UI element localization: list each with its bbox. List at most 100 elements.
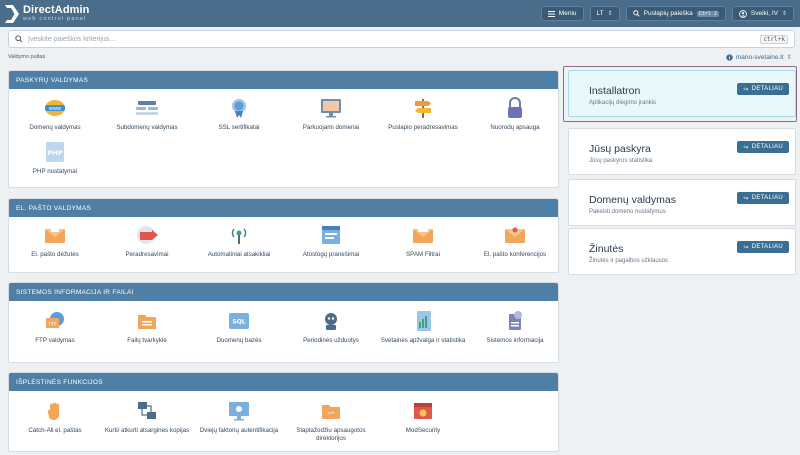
vacation-messages-link[interactable]: Atostogų pranešimai bbox=[285, 224, 377, 259]
search-shortcut: ctrl+k bbox=[760, 34, 788, 44]
robot-icon bbox=[325, 313, 337, 330]
php-settings-link[interactable]: PHP PHP nustatymai bbox=[9, 141, 101, 176]
external-link-icon: ↪ bbox=[743, 195, 749, 202]
section-title: EL. PAŠTO VALDYMAS bbox=[9, 199, 558, 217]
monitor-shield-icon bbox=[229, 402, 249, 421]
modsecurity-link[interactable]: ModSecurity bbox=[377, 400, 469, 435]
two-factor-auth-link[interactable]: Dviejų faktorių autentifikacija bbox=[193, 400, 285, 435]
section-system-info-files: SISTEMOS INFORMACIJA IR FAILAI FTP FTP v… bbox=[8, 282, 559, 363]
card-your-account: Jūsų paskyra Jūsų paskyros statistika ↪ … bbox=[568, 128, 796, 175]
folder-icon bbox=[138, 315, 156, 329]
group-mail-icon bbox=[505, 227, 525, 243]
breadcrumb[interactable]: Valdymo pultas bbox=[8, 54, 45, 60]
card-domain-management: Domenų valdymas Pakeisti domeno nustatym… bbox=[568, 179, 796, 226]
language-label: LT bbox=[596, 10, 604, 17]
search-icon bbox=[15, 35, 23, 43]
window-message-icon bbox=[322, 226, 340, 244]
user-menu-button[interactable]: Sveiki, IV ⇕ bbox=[731, 6, 794, 21]
redirects-link[interactable]: Puslapio peradresavimas bbox=[377, 97, 469, 132]
top-actions: Meniu LT ⇕ Puslapių paieška Ctrl J Sveik… bbox=[540, 6, 794, 21]
user-label: Sveiki, IV bbox=[750, 10, 778, 17]
file-manager-link[interactable]: Failų tvarkyklė bbox=[101, 310, 193, 345]
menu-button[interactable]: Meniu bbox=[540, 6, 584, 21]
hand-icon bbox=[47, 402, 60, 421]
forward-mail-icon bbox=[137, 226, 158, 244]
security-window-icon bbox=[414, 403, 432, 419]
directadmin-logo-icon bbox=[5, 4, 19, 23]
domain-selector-label: mano-svetaine.lt bbox=[735, 53, 784, 61]
signpost-icon bbox=[415, 99, 431, 118]
card-installatron: Installatron Aplikacijų diegimo įrankis … bbox=[568, 70, 796, 117]
autoresponders-link[interactable]: Automatiniai atsakikliai bbox=[193, 224, 285, 259]
search-icon bbox=[632, 10, 640, 17]
svg-text:***: *** bbox=[327, 412, 335, 418]
sql-icon: SQL bbox=[229, 313, 249, 329]
language-select[interactable]: LT ⇕ bbox=[589, 6, 620, 21]
page-search-shortcut: Ctrl J bbox=[696, 10, 719, 17]
spam-envelope-icon bbox=[413, 226, 433, 243]
server-info-icon bbox=[509, 311, 522, 330]
stats-document-icon bbox=[417, 311, 431, 331]
domain-management-link[interactable]: www Domenų valdymas bbox=[9, 97, 101, 132]
menu-label: Meniu bbox=[558, 10, 577, 17]
card-description: Žinutės ir pagalbos užklausos bbox=[589, 258, 669, 264]
envelope-icon bbox=[45, 226, 65, 243]
domain-selector[interactable]: mano-svetaine.lt ⇕ bbox=[726, 53, 792, 61]
password-folder-icon: *** bbox=[322, 405, 340, 419]
installatron-details-button[interactable]: ↪ DETALIAU bbox=[737, 83, 789, 95]
ssl-certificates-link[interactable]: SSL sertifikatai bbox=[193, 97, 285, 132]
external-link-icon: ↪ bbox=[743, 86, 749, 93]
card-title: Jūsų paskyra bbox=[589, 143, 651, 155]
cron-jobs-link[interactable]: Periodinės užduotys bbox=[285, 310, 377, 345]
catch-all-email-link[interactable]: Catch-All el. paštas bbox=[9, 400, 101, 435]
chevron-updown-icon: ⇕ bbox=[781, 11, 787, 17]
svg-text:PHP: PHP bbox=[48, 149, 63, 157]
section-title: SISTEMOS INFORMACIJA IR FAILAI bbox=[9, 283, 558, 301]
protected-directories-link[interactable]: *** Slaptažodžiu apsaugotos direktorijos bbox=[285, 400, 377, 444]
network-computers-icon bbox=[138, 402, 156, 419]
logo-subtitle: web control panel bbox=[23, 15, 87, 22]
chevron-updown-icon: ⇕ bbox=[786, 54, 792, 61]
domain-details-button[interactable]: ↪ DETALIAU bbox=[737, 192, 789, 204]
backup-restore-link[interactable]: Kurti/ atkurti atsargines kopijas bbox=[101, 400, 193, 435]
user-icon bbox=[739, 9, 747, 18]
logo-name: DirectAdmin bbox=[23, 3, 90, 16]
card-title: Domenų valdymas bbox=[589, 194, 676, 206]
hotlink-protection-link[interactable]: Nuorodų apsauga bbox=[469, 97, 561, 132]
external-link-icon: ↪ bbox=[743, 244, 749, 251]
ftp-icon: FTP bbox=[46, 312, 64, 328]
forwarders-link[interactable]: Peradresavimai bbox=[101, 224, 193, 259]
page-search-button[interactable]: Puslapių paieška Ctrl J bbox=[625, 6, 726, 21]
external-link-icon: ↪ bbox=[743, 144, 749, 151]
parked-domains-link[interactable]: Parkuojami domenai bbox=[285, 97, 377, 132]
page-search-label: Puslapių paieška bbox=[643, 10, 693, 17]
card-description: Jūsų paskyros statistika bbox=[589, 158, 653, 164]
account-details-button[interactable]: ↪ DETALIAU bbox=[737, 141, 789, 153]
messages-details-button[interactable]: ↪ DETALIAU bbox=[737, 241, 789, 253]
svg-text:SQL: SQL bbox=[232, 319, 245, 326]
subdomain-management-link[interactable]: Subdomenų valdymas bbox=[101, 97, 193, 132]
mailing-lists-link[interactable]: El. pašto konferencijos bbox=[469, 224, 561, 259]
www-globe-icon: www bbox=[45, 100, 65, 116]
certificate-badge-icon bbox=[232, 99, 246, 118]
search-input[interactable]: Įveskite paieškos kriterijus... bbox=[28, 36, 760, 43]
php-icon: PHP bbox=[46, 142, 64, 162]
logo[interactable]: DirectAdmin web control panel bbox=[5, 3, 90, 23]
email-accounts-link[interactable]: El. pašto dėžutės bbox=[9, 224, 101, 259]
card-description: Aplikacijų diegimo įrankis bbox=[589, 100, 657, 106]
hamburger-icon bbox=[547, 10, 555, 17]
monitor-icon bbox=[321, 99, 341, 118]
spam-filters-link[interactable]: SPAM Filtrai bbox=[377, 224, 469, 259]
system-info-link[interactable]: Sistemos informacija bbox=[469, 310, 561, 345]
databases-link[interactable]: SQL Duomenų bazės bbox=[193, 310, 285, 345]
global-search[interactable]: Įveskite paieškos kriterijus... ctrl+k bbox=[8, 30, 795, 48]
sitemap-icon bbox=[136, 101, 158, 115]
site-statistics-link[interactable]: Svetainės apžvalga ir statistika bbox=[377, 310, 469, 345]
ftp-management-link[interactable]: FTP FTP valdymas bbox=[9, 310, 101, 345]
card-messages: Žinutės Žinutės ir pagalbos užklausos ↪ … bbox=[568, 228, 796, 275]
card-description: Pakeisti domeno nustatymus bbox=[589, 209, 666, 215]
broadcast-icon bbox=[231, 228, 247, 244]
info-icon bbox=[726, 53, 733, 61]
chevron-updown-icon: ⇕ bbox=[607, 11, 613, 17]
lock-icon bbox=[508, 97, 522, 118]
